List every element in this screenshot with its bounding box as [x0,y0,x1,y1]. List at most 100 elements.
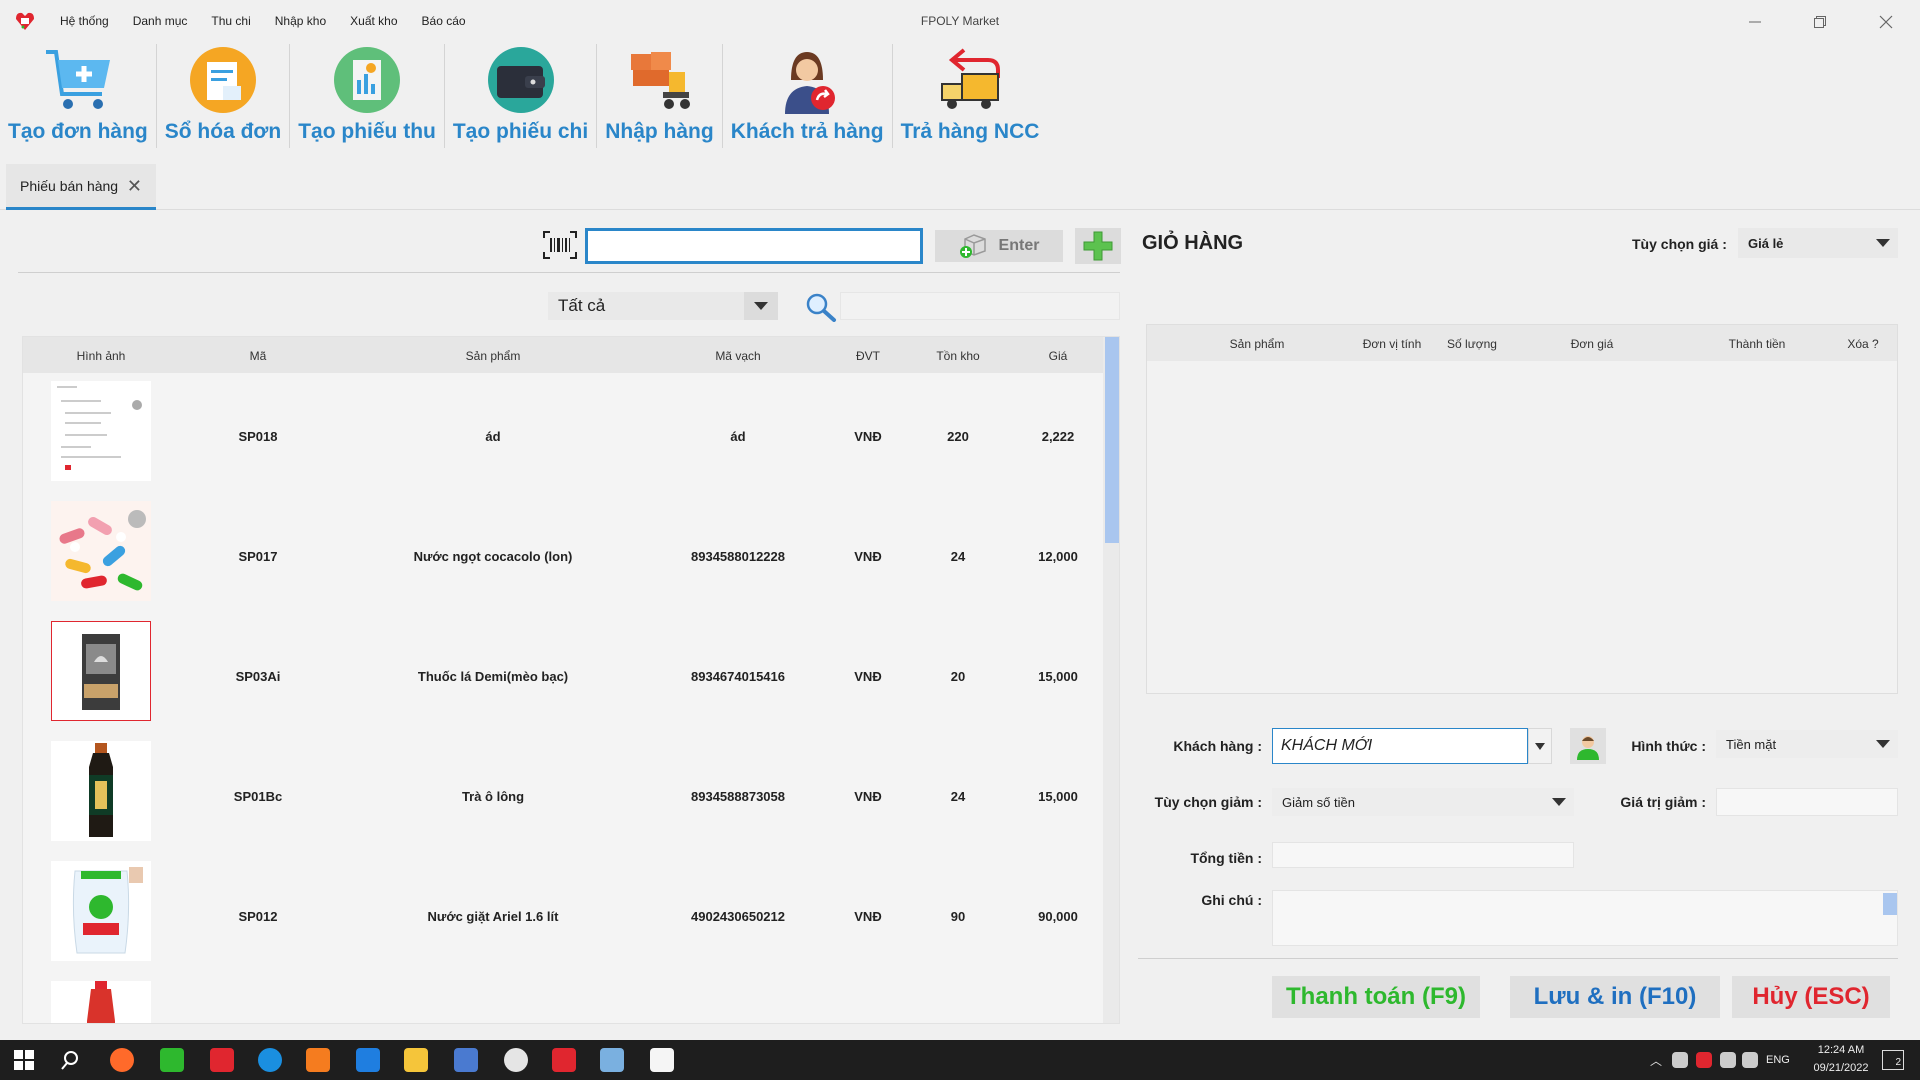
main-menu: Hệ thống Danh mục Thu chi Nhập kho Xuất … [60,14,490,28]
truck-return-icon [934,44,1006,116]
minimize-button[interactable] [1735,8,1775,36]
note-scrollbar-thumb[interactable] [1883,893,1897,915]
clock-time[interactable]: 12:24 AM [1806,1044,1876,1056]
app-icon-tool[interactable] [210,1048,234,1072]
cancel-button[interactable]: Hủy (ESC) [1732,976,1890,1018]
category-select[interactable]: Tất cả [548,292,778,320]
menu-bao-cao[interactable]: Báo cáo [422,14,466,28]
column-header: Số lượng [1447,337,1497,351]
menu-he-thong[interactable]: Hệ thống [60,14,109,28]
product-image [51,621,151,721]
close-tab-icon[interactable]: ✕ [127,176,142,197]
chevron-down-icon[interactable] [1868,730,1898,758]
antivirus-icon[interactable] [1696,1052,1712,1068]
chevron-down-icon[interactable] [744,292,778,320]
fpoly-market-taskbar-icon[interactable] [650,1048,674,1072]
clock-date[interactable]: 09/21/2022 [1806,1062,1876,1074]
product-unit: VNĐ [854,909,882,924]
product-barcode: 8934588012228 [691,549,785,564]
tray-chevron-icon[interactable]: ︿ [1650,1052,1662,1069]
volume-icon[interactable] [1742,1052,1758,1068]
menu-nhap-kho[interactable]: Nhập kho [275,14,326,28]
discount-option-select[interactable]: Giảm số tiền [1272,788,1574,816]
enter-button[interactable]: Enter [935,230,1063,262]
edge-icon[interactable] [258,1048,282,1072]
wps-icon[interactable] [552,1048,576,1072]
network-icon[interactable] [1672,1052,1688,1068]
table-row[interactable]: SP012 Nước giặt Ariel 1.6 lít 4902430650… [23,861,1103,981]
app-icon-cube[interactable] [454,1048,478,1072]
scrollbar-thumb[interactable] [1105,337,1119,543]
product-table-scrollbar[interactable] [1103,337,1119,1023]
product-barcode: 4902430650212 [691,909,785,924]
barcode-input[interactable] [585,228,923,264]
app-icon-postman[interactable] [110,1048,134,1072]
divider [18,272,1120,273]
price-option-select[interactable]: Giá lẻ [1738,228,1898,258]
menu-xuat-kho[interactable]: Xuất kho [350,14,397,28]
discount-value-input[interactable] [1716,788,1898,816]
app-logo-icon [16,12,34,30]
table-row[interactable]: SP017 Nước ngọt cocacolo (lon) 893458801… [23,501,1103,621]
chevron-down-icon [1535,742,1545,750]
chevron-down-icon[interactable] [1544,788,1574,816]
total-label: Tổng tiền : [1190,850,1262,866]
column-header: Thành tiền [1728,337,1786,351]
customer-return-button[interactable]: Khách trả hàng [723,44,893,148]
create-receipt-button[interactable]: Tạo phiếu thu [290,44,445,148]
cart-icon [42,44,114,116]
app-icon-paint[interactable] [600,1048,624,1072]
search-icon[interactable] [60,1048,84,1072]
search-icon [806,293,836,322]
tab-label: Phiếu bán hàng [20,177,119,194]
pay-button[interactable]: Thanh toán (F9) [1272,976,1480,1018]
title-bar: Hệ thống Danh mục Thu chi Nhập kho Xuất … [0,0,1920,44]
product-name: ád [485,429,501,444]
supplier-return-button[interactable]: Trả hàng NCC [893,44,1048,148]
close-window-button[interactable] [1866,8,1906,36]
invoice-book-button[interactable]: Sổ hóa đơn [157,44,291,148]
chevron-down-icon[interactable] [1868,228,1898,258]
minimize-icon [1749,21,1761,23]
create-payment-button[interactable]: Tạo phiếu chi [445,44,598,148]
product-image [51,981,151,1023]
table-row[interactable]: SP018 ád ád VNĐ 220 2,222 [23,381,1103,501]
create-payment-label: Tạo phiếu chi [452,120,589,143]
price-option-label: Tùy chọn giá : [1632,236,1727,252]
start-icon[interactable] [12,1048,36,1072]
vscode-icon[interactable] [356,1048,380,1072]
app-icon-snipping[interactable] [160,1048,184,1072]
customer-input[interactable]: KHÁCH MỚI [1272,728,1528,764]
restore-button[interactable] [1800,8,1840,36]
payment-method-select[interactable]: Tiền mặt [1716,730,1898,758]
chrome-icon[interactable] [504,1048,528,1072]
note-textarea[interactable] [1272,890,1898,946]
table-row[interactable]: SP01Bc Trà ô lông 8934588873058 VNĐ 24 1… [23,741,1103,861]
create-order-button[interactable]: Tạo đơn hàng [0,44,157,148]
customer-dropdown-button[interactable] [1528,728,1552,764]
box-add-icon [959,234,986,258]
notification-center-icon[interactable]: 2 [1882,1050,1904,1070]
product-barcode: 8934588873058 [691,789,785,804]
language-indicator[interactable]: ENG [1766,1054,1790,1066]
import-goods-button[interactable]: Nhập hàng [597,44,723,148]
add-product-button[interactable] [1075,228,1121,264]
product-code: SP03Ai [235,669,281,684]
product-search-input[interactable] [840,292,1120,320]
menu-danh-muc[interactable]: Danh mục [133,14,188,28]
product-barcode: 8934674015416 [691,669,785,684]
product-stock: 24 [950,789,966,804]
tab-sales-slip[interactable]: Phiếu bán hàng ✕ [6,164,156,210]
menu-thu-chi[interactable]: Thu chi [211,14,250,28]
file-explorer-icon[interactable] [404,1048,428,1072]
table-row[interactable] [23,981,1103,1023]
create-receipt-label: Tạo phiếu thu [298,120,436,143]
xampp-icon[interactable] [306,1048,330,1072]
battery-icon[interactable] [1720,1052,1736,1068]
product-stock: 20 [950,669,966,684]
enter-label: Enter [998,237,1040,254]
product-table: Hình ảnh Mã Sản phẩm Mã vạch ĐVT Tồn kho… [22,336,1120,1024]
table-row[interactable]: SP03Ai Thuốc lá Demi(mèo bạc) 8934674015… [23,621,1103,741]
save-print-button[interactable]: Lưu & in (F10) [1510,976,1720,1018]
column-header: Giá [1048,349,1068,363]
